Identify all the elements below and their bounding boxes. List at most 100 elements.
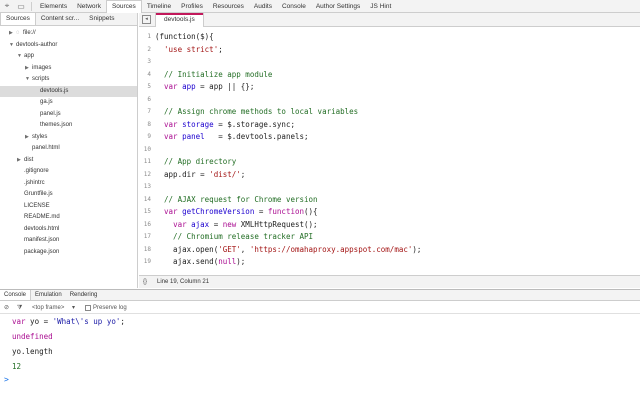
tree-item-package-json[interactable]: package.json (0, 247, 137, 258)
line-number[interactable]: 11 (139, 156, 151, 168)
tree-item-scripts[interactable]: ▼ scripts (0, 74, 137, 85)
line-number[interactable]: 7 (139, 106, 151, 118)
line-number[interactable]: 4 (139, 69, 151, 81)
navigator-tabs: Sources Content scr... Snippets (0, 13, 137, 26)
tab-timeline[interactable]: Timeline (142, 1, 176, 13)
line-number[interactable]: 17 (139, 231, 151, 243)
code-line[interactable]: 19 ajax.send(null); (139, 256, 640, 268)
code-line[interactable]: 18 ajax.open('GET', 'https://omahaproxy.… (139, 244, 640, 256)
tab-author-settings[interactable]: Author Settings (311, 1, 365, 13)
tree-item-panel-js[interactable]: panel.js (0, 109, 137, 120)
code-line[interactable]: 5 var app = app || {}; (139, 81, 640, 93)
collapsed-arrow-icon[interactable]: ▶ (17, 155, 21, 166)
line-number[interactable]: 14 (139, 194, 151, 206)
line-number[interactable]: 16 (139, 219, 151, 231)
code-token: // AJAX request for Chrome version (155, 194, 318, 204)
collapsed-arrow-icon[interactable]: ▶ (25, 63, 29, 74)
tree-item-themes-json[interactable]: themes.json (0, 120, 137, 131)
code-line[interactable]: 4 // Initialize app module (139, 69, 640, 81)
tree-item-devtools-js[interactable]: devtools.js (0, 85, 137, 97)
code-line[interactable]: 3 (139, 56, 640, 68)
navigator-tab-content-scr[interactable]: Content scr... (36, 13, 84, 25)
tab-elements[interactable]: Elements (35, 1, 72, 13)
line-number[interactable]: 18 (139, 244, 151, 256)
tab-resources[interactable]: Resources (208, 1, 249, 13)
line-number[interactable]: 8 (139, 119, 151, 131)
preserve-log-checkbox[interactable] (85, 305, 91, 311)
clear-console-icon[interactable]: ⊘ (4, 302, 9, 314)
line-number[interactable]: 5 (139, 81, 151, 93)
line-number[interactable]: 10 (139, 144, 151, 156)
code-line[interactable]: 2 'use strict'; (139, 44, 640, 56)
toggle-navigator-icon[interactable]: ◂ (142, 15, 151, 24)
tree-item-devtools-html[interactable]: devtools.html (0, 224, 137, 235)
tree-item-file[interactable]: ▶ ◌ file:// (0, 28, 137, 39)
line-number[interactable]: 19 (139, 256, 151, 268)
tree-item-panel-html[interactable]: panel.html (0, 143, 137, 154)
tree-item-jshintrc[interactable]: .jshintrc (0, 178, 137, 189)
drawer-tab-emulation[interactable]: Emulation (31, 290, 66, 300)
code-line[interactable]: 1 (function($){ (139, 31, 640, 43)
line-number[interactable]: 6 (139, 94, 151, 106)
code-line[interactable]: 12 app.dir = 'dist/'; (139, 169, 640, 181)
device-mode-icon[interactable]: ▭ (14, 0, 28, 12)
inspect-icon[interactable]: ⌖ (0, 0, 14, 12)
filter-icon[interactable]: ⧩ (17, 302, 22, 314)
code-line[interactable]: 6 (139, 94, 640, 106)
line-number[interactable]: 1 (139, 31, 151, 43)
expanded-arrow-icon[interactable]: ▼ (9, 40, 14, 51)
tree-item-images[interactable]: ▶ images (0, 63, 137, 74)
code-line[interactable]: 15 var getChromeVersion = function(){ (139, 206, 640, 218)
console-message[interactable]: yo.length (0, 345, 640, 359)
tree-item-devtools-author[interactable]: ▼ devtools-author (0, 40, 137, 51)
code-line[interactable]: 14 // AJAX request for Chrome version (139, 194, 640, 206)
tab-network[interactable]: Network (72, 1, 106, 13)
code-line[interactable]: 13 (139, 181, 640, 193)
pretty-print-icon[interactable]: {} (143, 276, 147, 288)
line-number[interactable]: 3 (139, 56, 151, 68)
console-message[interactable]: 12 (0, 360, 640, 374)
code-line[interactable]: 16 var ajax = new XMLHttpRequest(); (139, 219, 640, 231)
navigator-tab-sources[interactable]: Sources (0, 13, 36, 25)
navigator-tab-snippets[interactable]: Snippets (84, 13, 119, 25)
line-number[interactable]: 13 (139, 181, 151, 193)
tree-item-ga-js[interactable]: ga.js (0, 97, 137, 108)
code-line[interactable]: 8 var storage = $.storage.sync; (139, 119, 640, 131)
line-number[interactable]: 9 (139, 131, 151, 143)
code-area[interactable]: 1 (function($){2 'use strict'; 3 4 // Initi… (139, 32, 640, 278)
tab-js-hint[interactable]: JS Hint (365, 1, 396, 13)
tree-item-app[interactable]: ▼ app (0, 51, 137, 62)
tree-item-styles[interactable]: ▶ styles (0, 132, 137, 143)
console-prompt[interactable]: > (4, 375, 9, 384)
drawer-tab-console[interactable]: Console (0, 290, 32, 300)
editor-file-tab[interactable]: devtools.js (155, 13, 204, 27)
tab-sources[interactable]: Sources (105, 0, 142, 13)
line-number[interactable]: 15 (139, 206, 151, 218)
collapsed-arrow-icon[interactable]: ▶ (25, 132, 29, 143)
line-number[interactable]: 12 (139, 169, 151, 181)
code-line[interactable]: 11 // App directory (139, 156, 640, 168)
code-line[interactable]: 17 // Chromium release tracker API (139, 231, 640, 243)
console-message[interactable]: undefined (0, 330, 640, 344)
expanded-arrow-icon[interactable]: ▼ (17, 51, 22, 62)
tree-item-dist[interactable]: ▶ dist (0, 155, 137, 166)
expanded-arrow-icon[interactable]: ▼ (25, 74, 30, 85)
file-origin-icon: ◌ (16, 30, 20, 36)
tree-item-readme-md[interactable]: README.md (0, 212, 137, 223)
tab-console[interactable]: Console (277, 1, 311, 13)
console-message[interactable]: var yo = 'What\'s up yo'; (0, 315, 640, 329)
tree-item-gitignore[interactable]: .gitignore (0, 166, 137, 177)
code-line[interactable]: 10 (139, 144, 640, 156)
collapsed-arrow-icon[interactable]: ▶ (9, 28, 13, 39)
frame-selector[interactable]: <top frame> (32, 302, 64, 314)
code-line[interactable]: 7 // Assign chrome methods to local vari… (139, 106, 640, 118)
tab-profiles[interactable]: Profiles (176, 1, 208, 13)
tab-audits[interactable]: Audits (249, 1, 277, 13)
tree-item-license[interactable]: LICENSE (0, 201, 137, 212)
code-line[interactable]: 9 var panel = $.devtools.panels; (139, 131, 640, 143)
drawer-tab-rendering[interactable]: Rendering (66, 290, 102, 300)
tree-item-gruntfile-js[interactable]: Gruntfile.js (0, 189, 137, 200)
frame-dropdown-icon[interactable]: ▾ (72, 302, 75, 314)
tree-item-manifest-json[interactable]: manifest.json (0, 235, 137, 246)
line-number[interactable]: 2 (139, 44, 151, 56)
